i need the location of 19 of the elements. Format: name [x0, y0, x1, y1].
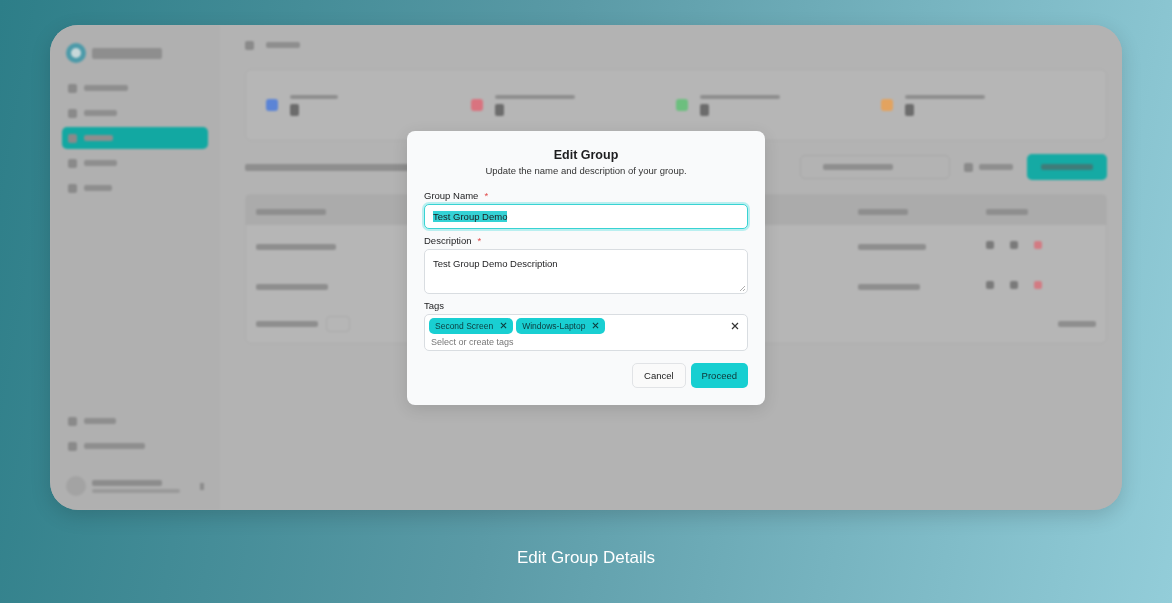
- cancel-button[interactable]: Cancel: [632, 362, 686, 388]
- tag-chip[interactable]: Windows-Laptop: [516, 317, 606, 334]
- dialog-subtitle: Update the name and description of your group.: [484, 164, 688, 176]
- dialog-title: Edit Group: [552, 147, 620, 162]
- description-field[interactable]: Test Group Demo Description: [424, 248, 748, 294]
- close-icon[interactable]: [500, 322, 508, 329]
- required-mark: *: [477, 234, 482, 246]
- required-mark: *: [484, 189, 489, 201]
- resize-grip-icon[interactable]: [739, 284, 745, 291]
- close-icon[interactable]: [592, 322, 600, 329]
- caption: Edit Group Details: [516, 548, 656, 568]
- close-icon[interactable]: [731, 321, 739, 330]
- group-name-field[interactable]: Test Group Demo: [424, 203, 748, 229]
- field-label: Group Name: [424, 189, 479, 201]
- tags-field[interactable]: Second Screen Windows-Laptop Select or create tags: [424, 313, 748, 351]
- tag-chip[interactable]: Second Screen: [429, 317, 514, 334]
- field-label: Tags: [424, 299, 445, 311]
- field-label: Description: [424, 234, 472, 246]
- proceed-button[interactable]: Proceed: [690, 362, 748, 388]
